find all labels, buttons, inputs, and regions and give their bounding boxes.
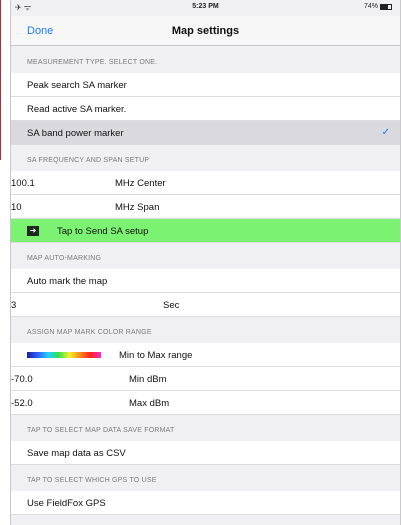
color-spectrum-bar bbox=[27, 352, 101, 358]
auto-mark-toggle-row[interactable]: Auto mark the map bbox=[11, 269, 400, 293]
option-label: Peak search SA marker bbox=[27, 80, 127, 91]
span-value: 10 bbox=[11, 202, 22, 213]
nav-bar: Done Map settings bbox=[11, 16, 400, 46]
option-label: SA band power marker bbox=[27, 128, 124, 139]
color-range-label: Min to Max range bbox=[119, 350, 193, 361]
center-frequency-unit: MHz Center bbox=[115, 178, 166, 189]
save-format-label: Save map data as CSV bbox=[27, 448, 126, 459]
max-dbm-field[interactable]: -52.0 Max dBm bbox=[11, 391, 400, 415]
auto-mark-interval-unit: Sec bbox=[163, 300, 180, 311]
status-time: 5:23 PM bbox=[192, 3, 219, 10]
section-header-saveformat: TAP TO SELECT MAP DATA SAVE FORMAT bbox=[27, 427, 175, 434]
map-settings-sheet: ✈ ᯤ 5:23 PM 74% Done Map settings MEASUR… bbox=[10, 0, 401, 525]
save-format-row[interactable]: Save map data as CSV bbox=[11, 441, 400, 465]
min-dbm-field[interactable]: -70.0 Min dBm bbox=[11, 367, 400, 391]
section-header-frequency: SA FREQUENCY AND SPAN SETUP bbox=[27, 157, 150, 164]
min-dbm-value: -70.0 bbox=[11, 374, 33, 385]
send-sa-setup-label: Tap to Send SA setup bbox=[57, 226, 149, 237]
page-title: Map settings bbox=[171, 25, 240, 37]
center-frequency-value: 100.1 bbox=[11, 178, 35, 189]
section-header-colorrange: ASSIGN MAP MARK COLOR RANGE bbox=[27, 329, 152, 336]
auto-mark-interval-value: 3 bbox=[11, 300, 17, 311]
battery-status: 74% bbox=[364, 3, 392, 10]
auto-mark-label: Auto mark the map bbox=[27, 276, 108, 287]
gps-label: Use FieldFox GPS bbox=[27, 498, 106, 509]
max-dbm-unit: Max dBm bbox=[129, 398, 170, 409]
section-header-gps: TAP TO SELECT WHICH GPS TO USE bbox=[27, 477, 157, 484]
option-read-active[interactable]: Read active SA marker. bbox=[11, 97, 400, 121]
settings-list: MEASUREMENT TYPE. SELECT ONE. Peak searc… bbox=[11, 47, 400, 515]
min-dbm-unit: Min dBm bbox=[129, 374, 167, 385]
send-sa-setup-button[interactable]: ➜ Tap to Send SA setup bbox=[11, 219, 400, 243]
status-bar: ✈ ᯤ 5:23 PM 74% bbox=[11, 0, 400, 16]
gps-select-row[interactable]: Use FieldFox GPS bbox=[11, 491, 400, 515]
max-dbm-value: -52.0 bbox=[11, 398, 33, 409]
section-header-measurement: MEASUREMENT TYPE. SELECT ONE. bbox=[27, 59, 158, 66]
left-red-rule bbox=[0, 0, 1, 160]
option-label: Read active SA marker. bbox=[27, 104, 127, 115]
auto-mark-interval-field[interactable]: 3 Sec bbox=[11, 293, 400, 317]
battery-icon bbox=[380, 3, 392, 10]
option-peak-search[interactable]: Peak search SA marker bbox=[11, 73, 400, 97]
color-range-row: Min to Max range bbox=[11, 343, 400, 367]
section-header-automark: MAP AUTO-MARKING bbox=[27, 255, 102, 262]
battery-percent: 74% bbox=[363, 3, 378, 10]
checkmark-icon: ✓ bbox=[381, 127, 390, 138]
option-band-power[interactable]: SA band power marker ✓ bbox=[11, 121, 400, 145]
span-unit: MHz Span bbox=[115, 202, 160, 213]
send-arrow-icon: ➜ bbox=[27, 226, 39, 236]
center-frequency-field[interactable]: 100.1 MHz Center bbox=[11, 171, 400, 195]
span-field[interactable]: 10 MHz Span bbox=[11, 195, 400, 219]
